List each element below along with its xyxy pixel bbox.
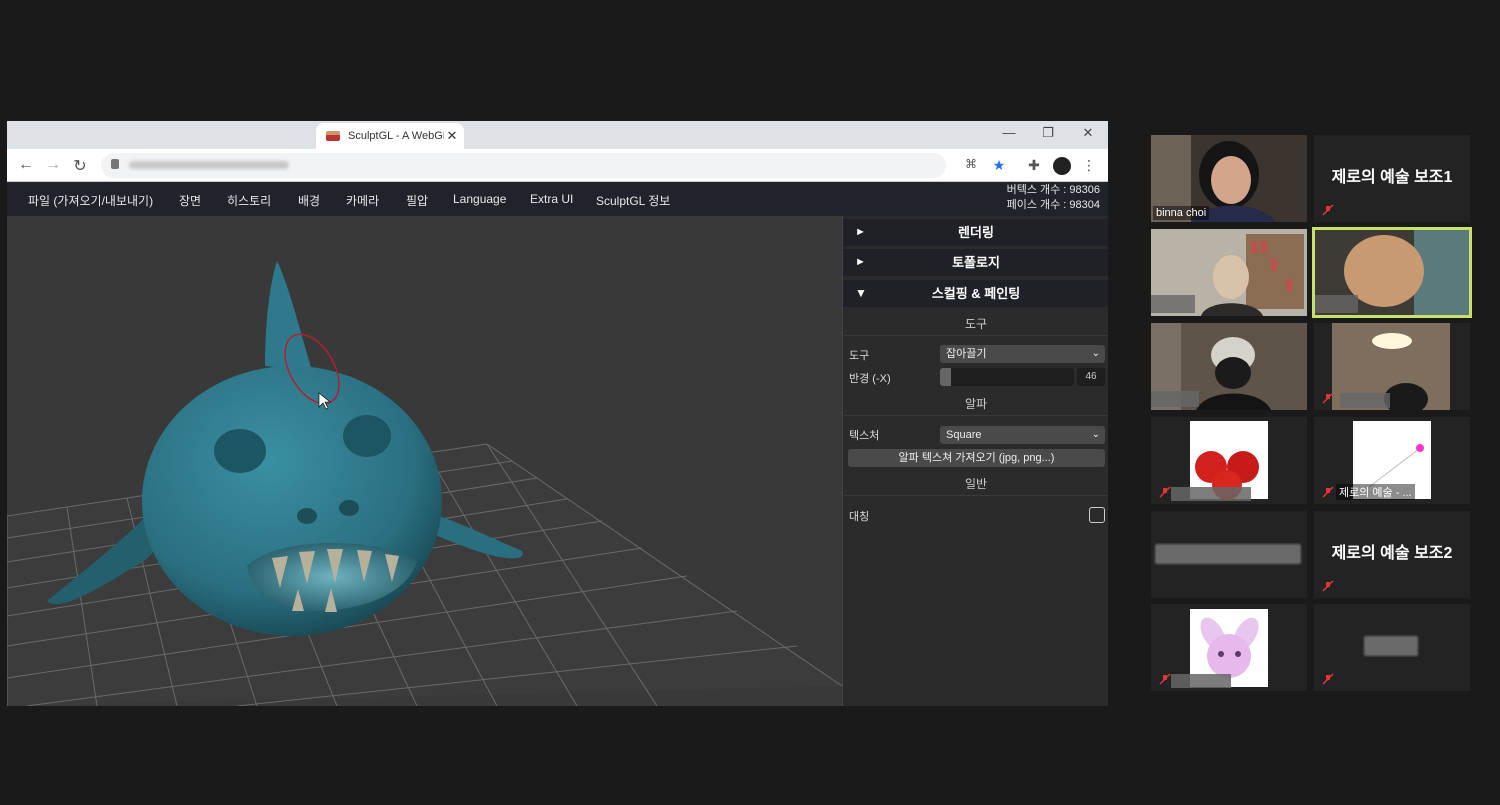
forward-icon[interactable]: → [44, 156, 62, 174]
sculptgl-favicon-icon [326, 131, 340, 141]
blurred-name [1364, 636, 1418, 656]
section-topology-label: 토폴로지 [952, 255, 1000, 270]
muted-mic-icon [1322, 392, 1334, 404]
browser-titlebar: SculptGL - A WebGL ✕ — ❐ ✕ [7, 121, 1108, 149]
tab-close-icon[interactable]: ✕ [444, 128, 460, 144]
video-tile[interactable]: 제로의 예술 - ... [1314, 417, 1470, 504]
close-window-icon[interactable]: ✕ [1078, 125, 1098, 141]
app-menubar: 파일 (가져오기/내보내기) 장면 히스토리 배경 카메라 필압 Languag… [7, 182, 1108, 216]
muted-mic-icon [1159, 673, 1171, 685]
participant-video [1314, 323, 1470, 410]
minimize-icon[interactable]: — [999, 125, 1019, 140]
browser-window: SculptGL - A WebGL ✕ — ❐ ✕ ← → ↻ ⌘ ★ ✚ ⋮… [7, 121, 1108, 706]
menu-background[interactable]: 배경 [298, 192, 320, 209]
video-tile[interactable] [1151, 323, 1307, 410]
tool-subheader: 도구 [843, 312, 1108, 336]
section-rendering[interactable]: ► 렌더링 [843, 219, 1108, 246]
radius-value[interactable]: 46 [1077, 368, 1105, 386]
video-tile[interactable] [1151, 511, 1307, 598]
menu-scene[interactable]: 장면 [179, 192, 201, 209]
viewport-canvas[interactable] [7, 216, 842, 706]
participant-video [1314, 229, 1470, 316]
radius-slider[interactable] [940, 368, 1074, 386]
lock-icon [111, 159, 119, 169]
participant-name: 제로의 예술 보조2 [1331, 545, 1453, 562]
video-tile[interactable] [1151, 229, 1307, 316]
general-subheader: 일반 [843, 472, 1108, 496]
import-alpha-button[interactable]: 알파 텍스쳐 가져오기 (jpg, png...) [848, 449, 1105, 467]
section-rendering-label: 렌더링 [958, 225, 994, 240]
video-tile[interactable] [1151, 604, 1307, 691]
muted-mic-icon [1322, 486, 1334, 498]
video-tile-active-speaker[interactable] [1312, 227, 1472, 318]
alpha-subheader: 알파 [843, 392, 1108, 416]
participant-video [1151, 323, 1307, 410]
video-tile[interactable] [1314, 323, 1470, 410]
radius-slider-fill [940, 368, 951, 386]
face-count: 페이스 개수 : 98304 [1006, 199, 1100, 211]
symmetry-checkbox[interactable] [1089, 507, 1105, 523]
menu-history[interactable]: 히스토리 [227, 192, 271, 209]
menu-language[interactable]: Language [453, 192, 506, 206]
participant-name: 제로의 예술 - ... [1336, 484, 1415, 500]
video-tile[interactable]: 제로의 예술 보조2 [1314, 511, 1470, 598]
mesh-stats: 버텍스 개수 : 98306 페이스 개수 : 98304 [1007, 183, 1100, 213]
symmetry-label: 대칭 [849, 511, 870, 523]
tab-title: SculptGL - A WebGL [348, 130, 444, 142]
section-sculpting[interactable]: ▼ 스컬핑 & 페인팅 [843, 280, 1108, 307]
video-tile[interactable] [1151, 417, 1307, 504]
muted-mic-icon [1322, 673, 1334, 685]
menu-pressure[interactable]: 필압 [406, 192, 428, 209]
collapsed-arrow-icon: ► [855, 226, 866, 238]
texture-label: 텍스처 [849, 430, 880, 442]
texture-select[interactable]: Square ⌄ [940, 426, 1105, 444]
chevron-down-icon: ⌄ [1091, 348, 1100, 359]
screen: SculptGL - A WebGL ✕ — ❐ ✕ ← → ↻ ⌘ ★ ✚ ⋮… [0, 0, 1500, 805]
translate-icon[interactable]: ⌘ [962, 157, 980, 175]
reload-icon[interactable]: ↻ [71, 156, 89, 176]
address-bar-row: ← → ↻ ⌘ ★ ✚ ⋮ [7, 149, 1108, 182]
video-tile[interactable]: binna choi [1151, 135, 1307, 222]
section-sculpting-label: 스컬핑 & 페인팅 [931, 286, 1021, 301]
tool-label: 도구 [849, 350, 870, 362]
profile-avatar[interactable] [1053, 157, 1071, 175]
radius-label: 반경 (-X) [849, 373, 891, 385]
bookmark-star-icon[interactable]: ★ [990, 157, 1008, 175]
muted-mic-icon [1159, 486, 1171, 498]
url-field[interactable] [101, 153, 946, 178]
menu-about[interactable]: SculptGL 정보 [596, 192, 670, 209]
video-tile[interactable] [1314, 604, 1470, 691]
section-topology[interactable]: ► 토폴로지 [843, 249, 1108, 276]
chevron-down-icon: ⌄ [1091, 429, 1100, 440]
muted-mic-icon [1322, 204, 1334, 216]
menu-extra-ui[interactable]: Extra UI [530, 192, 573, 206]
participant-name: binna choi [1153, 206, 1210, 220]
participant-avatar-image [1171, 609, 1268, 688]
tool-select-value: 잡아끌기 [946, 348, 987, 360]
collapsed-arrow-icon: ► [855, 256, 866, 268]
restore-icon[interactable]: ❐ [1038, 125, 1058, 141]
menu-file[interactable]: 파일 (가져오기/내보내기) [28, 192, 153, 209]
side-panel: ► 렌더링 ► 토폴로지 ▼ 스컬핑 & 페인팅 도구 도구 잡아끌기 ⌄ 반경… [842, 216, 1108, 706]
sculpt-viewport[interactable] [7, 216, 842, 706]
browser-tab[interactable]: SculptGL - A WebGL ✕ [316, 123, 464, 149]
tool-select[interactable]: 잡아끌기 ⌄ [940, 345, 1105, 363]
participant-video [1151, 229, 1307, 316]
expanded-arrow-icon: ▼ [855, 286, 867, 300]
vertex-count: 버텍스 개수 : 98306 [1006, 184, 1100, 196]
participant-avatar-image [1171, 421, 1268, 501]
blurred-name [1155, 544, 1301, 564]
browser-menu-icon[interactable]: ⋮ [1080, 157, 1098, 175]
menu-camera[interactable]: 카메라 [346, 192, 379, 209]
muted-mic-icon [1322, 580, 1334, 592]
texture-select-value: Square [946, 429, 982, 441]
blurred-url [129, 161, 289, 169]
back-icon[interactable]: ← [17, 156, 35, 174]
extensions-icon[interactable]: ✚ [1025, 157, 1043, 175]
video-tile[interactable]: 제로의 예술 보조1 [1314, 135, 1470, 222]
participant-name: 제로의 예술 보조1 [1331, 169, 1453, 186]
